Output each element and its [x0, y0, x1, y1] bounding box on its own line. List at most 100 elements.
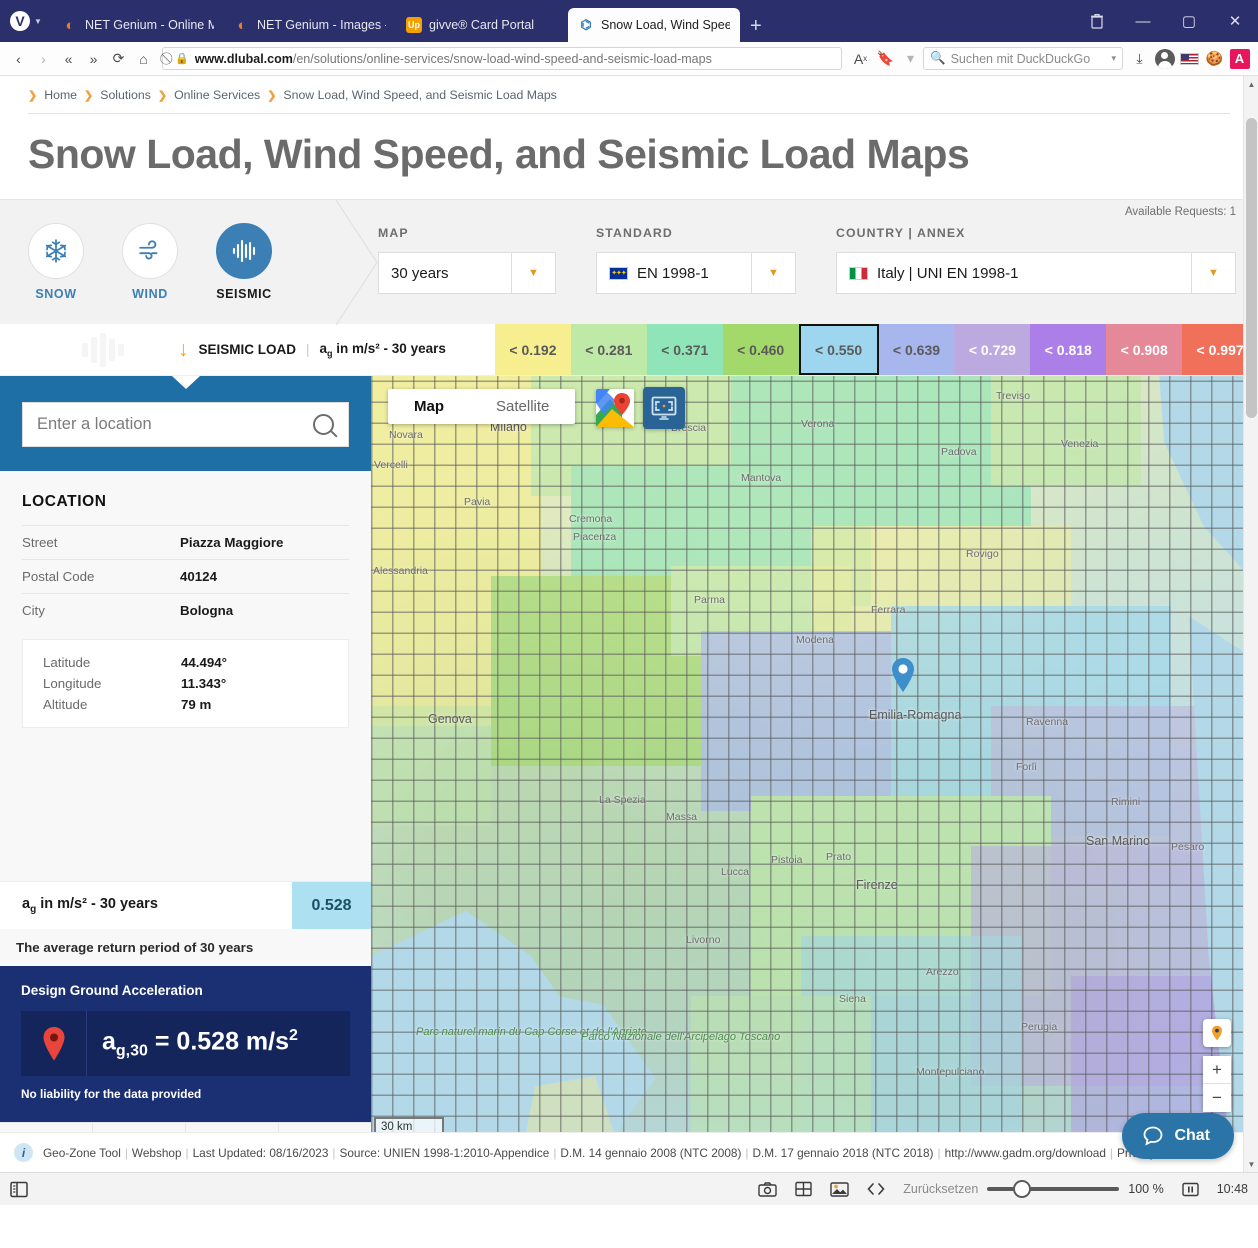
mode-seismic[interactable]: SEISMIC: [216, 223, 272, 301]
standard-selector[interactable]: ✦✦✦ EN 1998-1 ▼: [596, 252, 796, 295]
camera-icon[interactable]: [758, 1181, 777, 1197]
footer-link[interactable]: D.M. 17 gennaio 2018 (NTC 2018): [752, 1146, 933, 1160]
chat-button[interactable]: Chat: [1122, 1113, 1234, 1159]
mode-snow[interactable]: SNOW: [28, 223, 84, 301]
zoom-out-button[interactable]: −: [1203, 1084, 1231, 1113]
translate-icon[interactable]: Ax: [848, 46, 873, 72]
legend-cell-6[interactable]: < 0.729: [954, 324, 1031, 376]
chevron-down-icon[interactable]: ▼: [511, 253, 555, 294]
mode-wind[interactable]: WIND: [122, 223, 178, 301]
map-type-map[interactable]: Map: [388, 389, 470, 425]
footer-link[interactable]: Webshop: [132, 1146, 182, 1160]
map-place-label: Treviso: [996, 390, 1031, 403]
chevron-down-icon[interactable]: ▼: [1191, 253, 1235, 294]
bookmark-icon[interactable]: 🔖: [873, 46, 898, 72]
footer-link[interactable]: D.M. 14 gennaio 2008 (NTC 2008): [560, 1146, 741, 1160]
minimize-button[interactable]: —: [1120, 0, 1166, 42]
zoom-in-button[interactable]: +: [1203, 1056, 1231, 1085]
legend-cell-8[interactable]: < 0.908: [1106, 324, 1183, 376]
location-section: LOCATION Street Piazza Maggiore Postal Cod…: [0, 471, 371, 729]
load-mode-group: SNOW WIND SEISMIC: [0, 200, 378, 326]
search-bar[interactable]: 🔍 Suchen mit DuckDuckGo ▾: [923, 47, 1123, 70]
fullscreen-icon[interactable]: [643, 387, 685, 430]
search-icon: 🔍: [930, 51, 946, 65]
footer-separator: |: [185, 1145, 189, 1160]
site-footer: i Geo-Zone Tool | Webshop | Last Updated: 08…: [0, 1132, 1243, 1172]
footer-link[interactable]: Last Updated: 08/16/2023: [193, 1146, 329, 1160]
slider-knob[interactable]: [1013, 1180, 1032, 1198]
footer-link[interactable]: Geo-Zone Tool: [43, 1146, 121, 1160]
location-marker[interactable]: [890, 657, 916, 698]
back-icon[interactable]: ‹: [6, 46, 31, 72]
home-icon[interactable]: ⌂: [131, 46, 156, 72]
scroll-up-arrow[interactable]: ▲: [1244, 76, 1258, 92]
chevron-down-icon[interactable]: ▾: [898, 46, 923, 72]
location-row: City Bologna: [22, 593, 349, 627]
image-capture-icon[interactable]: [830, 1181, 849, 1197]
chevron-down-icon[interactable]: ▼: [751, 253, 795, 294]
address-bar[interactable]: ⃠ 🔒 www.dlubal.com/en/solutions/online-s…: [162, 47, 842, 70]
scrollbar-thumb[interactable]: [1246, 118, 1257, 418]
panel-toggle-icon[interactable]: [10, 1181, 28, 1198]
search-icon[interactable]: [313, 414, 334, 436]
search-input[interactable]: [37, 415, 313, 435]
maximize-button[interactable]: ▢: [1166, 0, 1212, 42]
close-button[interactable]: ✕: [1212, 0, 1258, 42]
legend-cell-4[interactable]: < 0.550: [798, 324, 879, 376]
legend-cell-7[interactable]: < 0.818: [1030, 324, 1107, 376]
footer-separator: |: [1109, 1145, 1113, 1160]
scroll-down-arrow[interactable]: ▼: [1244, 1156, 1258, 1172]
page-scrollbar[interactable]: ▲ ▼: [1243, 76, 1258, 1172]
browser-tab-3[interactable]: ⌬ Snow Load, Wind Speed, an: [568, 8, 740, 42]
standard-selector-block: STANDARD ✦✦✦ EN 1998-1 ▼: [596, 226, 836, 295]
breadcrumb-item-solutions[interactable]: Solutions: [100, 88, 151, 102]
legend-cell-3[interactable]: < 0.460: [722, 324, 799, 376]
code-icon[interactable]: [867, 1182, 885, 1196]
cookie-icon[interactable]: 🍪: [1202, 46, 1227, 72]
geo-key: Latitude: [43, 655, 91, 671]
map-canvas[interactable]: Novara Milano Vercelli Pavia Cremona Piacenza…: [371, 376, 1258, 1172]
map-place-label: Ravenna: [1026, 716, 1069, 729]
tiling-icon[interactable]: [795, 1181, 812, 1197]
browser-tab-0[interactable]: ◐ NET Genium - Online Manu: [52, 8, 224, 42]
google-maps-icon[interactable]: [596, 389, 634, 428]
browser-toolbar: ‹ › « » ⟳ ⌂ ⃠ 🔒 www.dlubal.com/en/soluti…: [0, 42, 1258, 76]
legend-cell-0[interactable]: < 0.192: [495, 324, 571, 376]
language-flag-icon[interactable]: [1177, 46, 1202, 72]
map-selector[interactable]: 30 years ▼: [378, 252, 556, 295]
map-type-satellite[interactable]: Satellite: [470, 389, 576, 425]
footer-link[interactable]: http://www.gadm.org/download: [945, 1146, 1106, 1160]
download-arrow-icon[interactable]: ↓: [178, 339, 189, 360]
chevron-right-icon: ❯: [84, 89, 94, 102]
extension-badge[interactable]: A: [1227, 46, 1252, 72]
footer-link[interactable]: Source: UNIEN 1998-1:2010-Appendice: [339, 1146, 549, 1160]
forward-icon[interactable]: ›: [31, 46, 56, 72]
country-annex-block: COUNTRY | ANNEX Italy | UNI EN 1998-1 ▼: [836, 226, 1258, 295]
zoom-slider[interactable]: [987, 1180, 1120, 1198]
legend-cell-1[interactable]: < 0.281: [570, 324, 647, 376]
legend-cell-2[interactable]: < 0.371: [646, 324, 723, 376]
downloads-icon[interactable]: ⤓: [1127, 46, 1152, 72]
reset-zoom-button[interactable]: Zurücksetzen: [903, 1182, 978, 1196]
rewind-icon[interactable]: «: [56, 46, 81, 72]
search-field[interactable]: [22, 402, 349, 448]
trash-icon[interactable]: [1074, 0, 1120, 42]
pause-icon[interactable]: [1182, 1182, 1199, 1197]
browser-tab-2[interactable]: Up givve® Card Portal: [396, 8, 568, 42]
map-place-label: Alessandria: [373, 565, 428, 578]
new-tab-button[interactable]: +: [740, 15, 772, 42]
mode-label: WIND: [132, 287, 168, 302]
legend-cell-5[interactable]: < 0.639: [878, 324, 955, 376]
vivaldi-menu-button[interactable]: V ▼: [0, 0, 52, 42]
breadcrumb-item-online-services[interactable]: Online Services: [174, 88, 260, 102]
browser-tab-1[interactable]: ◐ NET Genium - Images - Ima: [224, 8, 396, 42]
locate-pin-icon[interactable]: [1203, 1019, 1231, 1048]
avatar[interactable]: [1152, 46, 1177, 72]
reload-icon[interactable]: ⟳: [106, 46, 131, 72]
fastforward-icon[interactable]: »: [81, 46, 106, 72]
country-annex-selector[interactable]: Italy | UNI EN 1998-1 ▼: [836, 252, 1236, 295]
breadcrumb-item-home[interactable]: Home: [44, 88, 77, 102]
map-place-label: Mantova: [741, 472, 782, 485]
info-icon[interactable]: i: [14, 1143, 33, 1162]
chevron-down-icon[interactable]: ▾: [1111, 53, 1116, 64]
